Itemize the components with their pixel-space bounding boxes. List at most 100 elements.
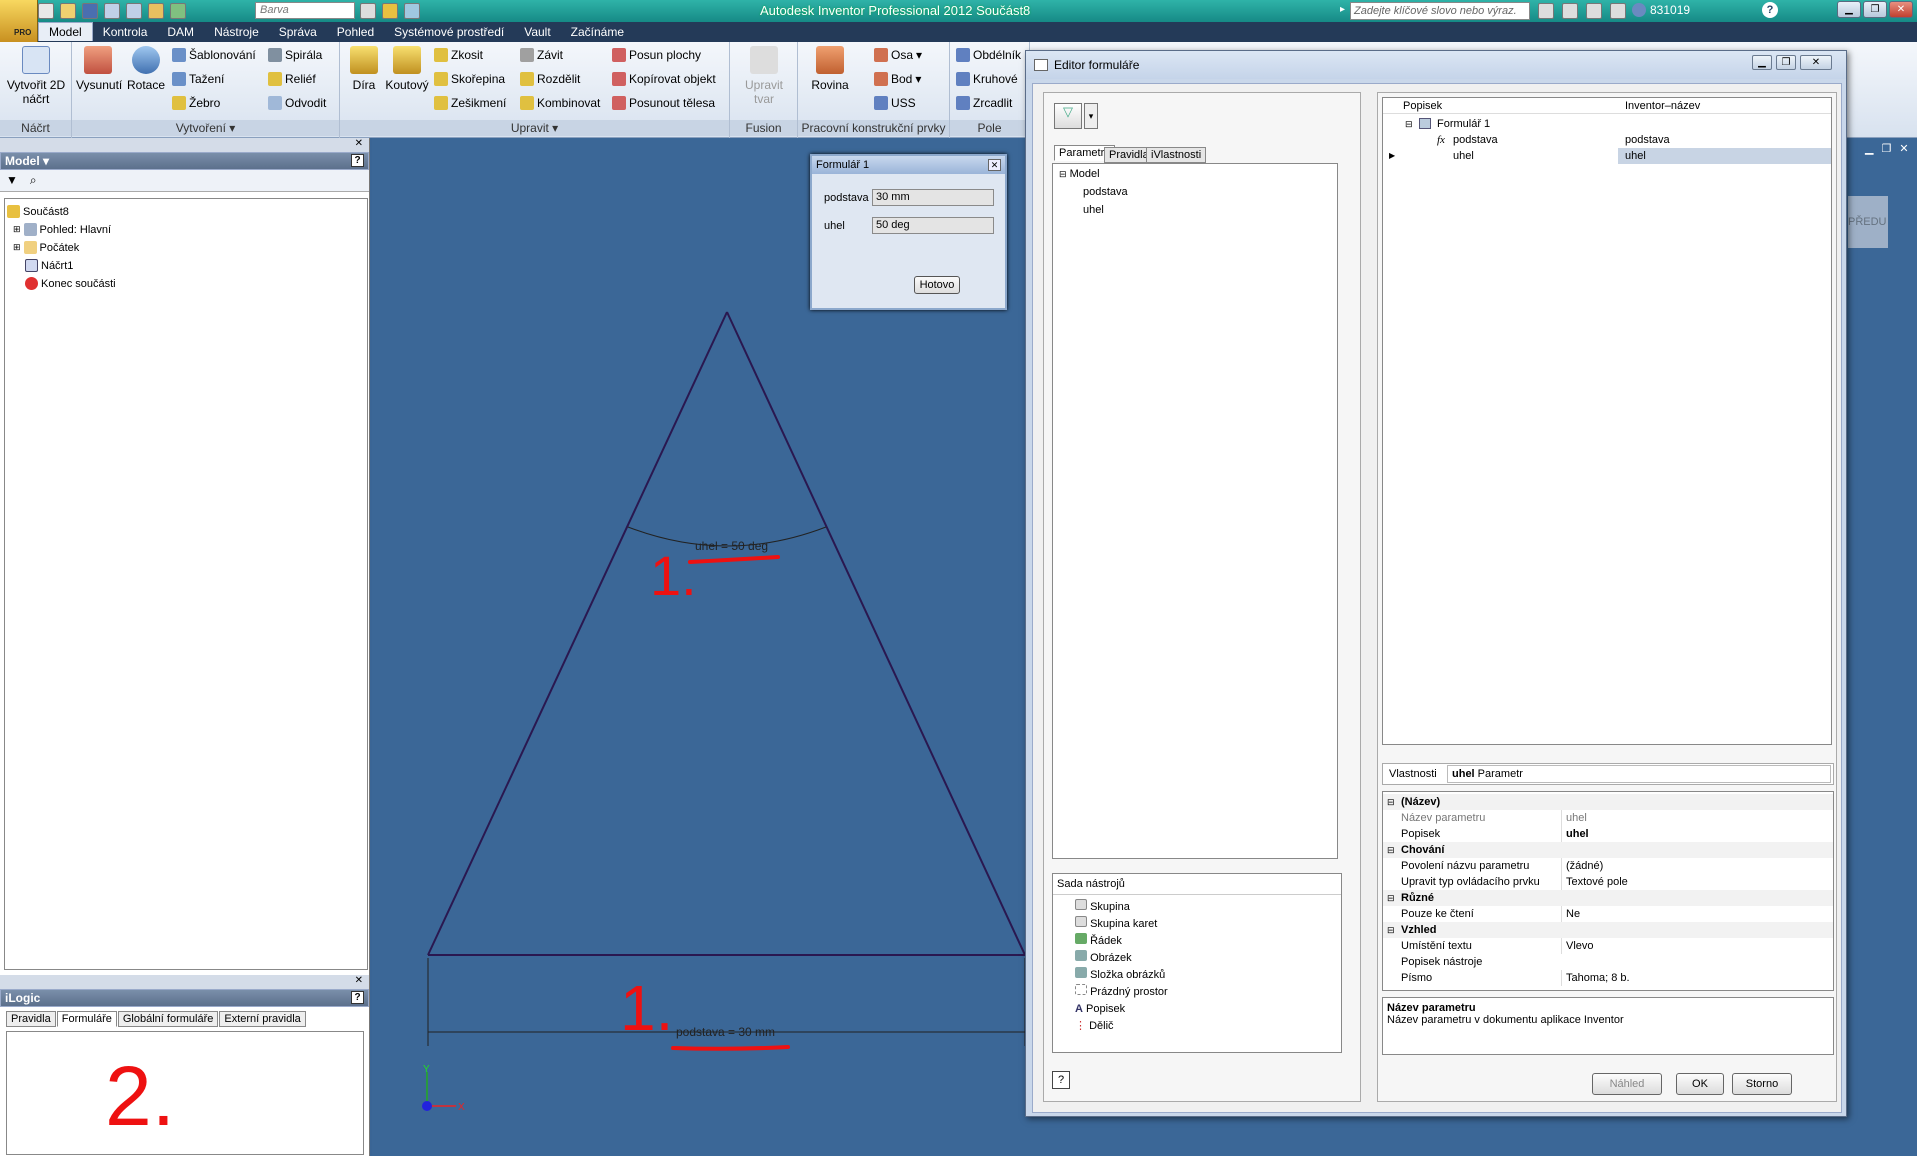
rib-button[interactable]: Žebro <box>172 96 220 110</box>
model-browser-header[interactable]: Model ▾? <box>0 152 369 170</box>
measure-icon[interactable] <box>382 3 398 19</box>
derive-button[interactable]: Odvodit <box>268 96 326 110</box>
combine-button[interactable]: Kombinovat <box>520 96 600 110</box>
property-value[interactable]: Textové pole <box>1561 874 1628 890</box>
close-icon[interactable]: ✕ <box>1800 55 1832 70</box>
toolbox-item[interactable]: ⋮ Dělič <box>1075 1018 1341 1035</box>
toolbox-item[interactable]: Obrázek <box>1075 950 1341 967</box>
tree-item-view[interactable]: ⊞ Pohled: Hlavní <box>13 223 111 236</box>
search-arrow-icon[interactable]: ▸ <box>1340 4 1345 15</box>
tab-nastroje[interactable]: Nástroje <box>204 23 269 41</box>
help-icon[interactable]: ? <box>351 154 364 167</box>
collapse-icon[interactable]: ⊟ <box>1059 169 1067 179</box>
toolbox-item[interactable]: Složka obrázků <box>1075 967 1341 984</box>
filter-dropdown-icon[interactable]: ▾ <box>1084 103 1098 129</box>
extrude-button[interactable]: Vysunutí <box>76 46 122 92</box>
collapse-icon[interactable]: ⊟ <box>1387 842 1395 858</box>
property-row[interactable]: Popisek nástroje <box>1383 954 1833 970</box>
property-category[interactable]: ⊟ Vzhled <box>1383 922 1833 938</box>
tools-icon[interactable] <box>1562 3 1578 19</box>
sweep-button[interactable]: Šablonování <box>172 48 256 62</box>
cancel-button[interactable]: Storno <box>1732 1073 1792 1095</box>
toolbox-item[interactable]: Prázdný prostor <box>1075 984 1341 1001</box>
update-icon[interactable] <box>170 3 186 19</box>
tab-formulare[interactable]: Formuláře <box>56 1011 117 1027</box>
plus-icon[interactable] <box>404 3 420 19</box>
save-icon[interactable] <box>82 3 98 19</box>
property-value[interactable]: uhel <box>1561 826 1589 842</box>
toolbox-item[interactable]: Skupina <box>1075 899 1341 916</box>
tab-systemove-prostredi[interactable]: Systémové prostředí <box>384 23 514 41</box>
maximize-icon[interactable]: ❐ <box>1776 55 1796 70</box>
minimize-icon[interactable]: ▁ <box>1837 1 1861 18</box>
close-icon[interactable]: ✕ <box>355 138 363 149</box>
grid-row-form[interactable]: ⊟ Formulář 1 <box>1383 116 1831 132</box>
podstava-input[interactable]: 30 mm <box>872 189 994 206</box>
edit-form-button[interactable]: Upravit tvar <box>734 46 794 106</box>
minimize-icon[interactable]: ▁ <box>1752 55 1772 70</box>
hole-button[interactable]: Díra <box>344 46 384 92</box>
circ-pattern-button[interactable]: Kruhové <box>956 72 1018 86</box>
property-row[interactable]: Pouze ke čtení Ne <box>1383 906 1833 922</box>
user-name[interactable]: 831019 <box>1650 3 1690 17</box>
tab-zaciname[interactable]: Začínáme <box>561 23 634 41</box>
new-icon[interactable] <box>38 3 54 19</box>
property-row[interactable]: Upravit typ ovládacího prvku Textové pole <box>1383 874 1833 890</box>
property-value[interactable]: Vlevo <box>1561 938 1594 954</box>
tab-ivlastnosti[interactable]: iVlastnosti <box>1146 147 1207 163</box>
property-row[interactable]: Písmo Tahoma; 8 b. <box>1383 970 1833 986</box>
property-category[interactable]: ⊟ (Název) <box>1383 794 1833 810</box>
filter-icon[interactable]: ▼ <box>6 173 18 188</box>
close-icon[interactable]: ✕ <box>988 159 1001 171</box>
collapse-icon[interactable]: ⊟ <box>1387 794 1395 810</box>
search-input[interactable]: Zadejte klíčové slovo nebo výraz. <box>1350 2 1530 20</box>
property-value[interactable]: Ne <box>1561 906 1580 922</box>
uhel-input[interactable]: 50 deg <box>872 217 994 234</box>
property-row[interactable]: Popisek uhel <box>1383 826 1833 842</box>
toolbox-item[interactable]: Skupina karet <box>1075 916 1341 933</box>
ucs-button[interactable]: USS <box>874 96 916 110</box>
done-button[interactable]: Hotovo <box>914 276 960 294</box>
create-2d-sketch-button[interactable]: Vytvořit 2D náčrt <box>4 46 68 106</box>
close-icon[interactable]: ✕ <box>355 975 363 986</box>
toolbox-item[interactable]: Řádek <box>1075 933 1341 950</box>
collapse-icon[interactable]: ⊟ <box>1387 922 1395 938</box>
expand-icon[interactable]: ⊞ <box>13 242 21 253</box>
coil-button[interactable]: Spirála <box>268 48 322 62</box>
tab-globalni-formulare[interactable]: Globální formuláře <box>117 1011 219 1027</box>
tab-pohled[interactable]: Pohled <box>327 23 384 41</box>
tab-vault[interactable]: Vault <box>514 23 560 41</box>
point-button[interactable]: Bod ▾ <box>874 72 921 86</box>
property-category[interactable]: ⊟ Různé <box>1383 890 1833 906</box>
expand-icon[interactable]: ⊞ <box>13 224 21 235</box>
toolbox-item[interactable]: A Popisek <box>1075 1001 1341 1018</box>
tree-item-sketch[interactable]: Náčrt1 <box>25 259 73 272</box>
close-icon[interactable]: ✕ <box>1899 142 1908 155</box>
maximize-icon[interactable]: ❐ <box>1863 1 1887 18</box>
help-icon[interactable]: ? <box>351 991 364 1004</box>
minimize-icon[interactable]: ▁ <box>1865 142 1873 155</box>
revolve-button[interactable]: Rotace <box>124 46 168 92</box>
tree-item-end-of-part[interactable]: Konec součásti <box>25 277 116 290</box>
split-button[interactable]: Rozdělit <box>520 72 580 86</box>
chamfer-button[interactable]: Zkosit <box>434 48 483 62</box>
color-selector[interactable]: Barva <box>255 2 355 19</box>
ok-button[interactable]: OK <box>1676 1073 1724 1095</box>
property-value[interactable]: uhel <box>1561 810 1587 826</box>
property-row[interactable]: Umístění textu Vlevo <box>1383 938 1833 954</box>
tab-model[interactable]: Model <box>38 22 93 41</box>
x-icon[interactable] <box>1586 3 1602 19</box>
param-tree-podstava[interactable]: podstava <box>1083 186 1128 198</box>
tab-externi-pravidla[interactable]: Externí pravidla <box>219 1011 306 1027</box>
find-icon[interactable]: ⌕ <box>30 173 37 188</box>
app-menu-button[interactable]: PRO <box>0 0 38 42</box>
emboss-button[interactable]: Reliéf <box>268 72 316 86</box>
fx-icon[interactable] <box>360 3 376 19</box>
restore-icon[interactable]: ❐ <box>1881 142 1891 155</box>
help-icon[interactable]: ? <box>1762 2 1778 18</box>
shell-button[interactable]: Skořepina <box>434 72 505 86</box>
property-row[interactable]: Povolení názvu parametru (žádné) <box>1383 858 1833 874</box>
tab-pravidla[interactable]: Pravidla <box>6 1011 56 1027</box>
mirror-button[interactable]: Zrcadlit <box>956 96 1012 110</box>
move-bodies-button[interactable]: Posunout tělesa <box>612 96 715 110</box>
